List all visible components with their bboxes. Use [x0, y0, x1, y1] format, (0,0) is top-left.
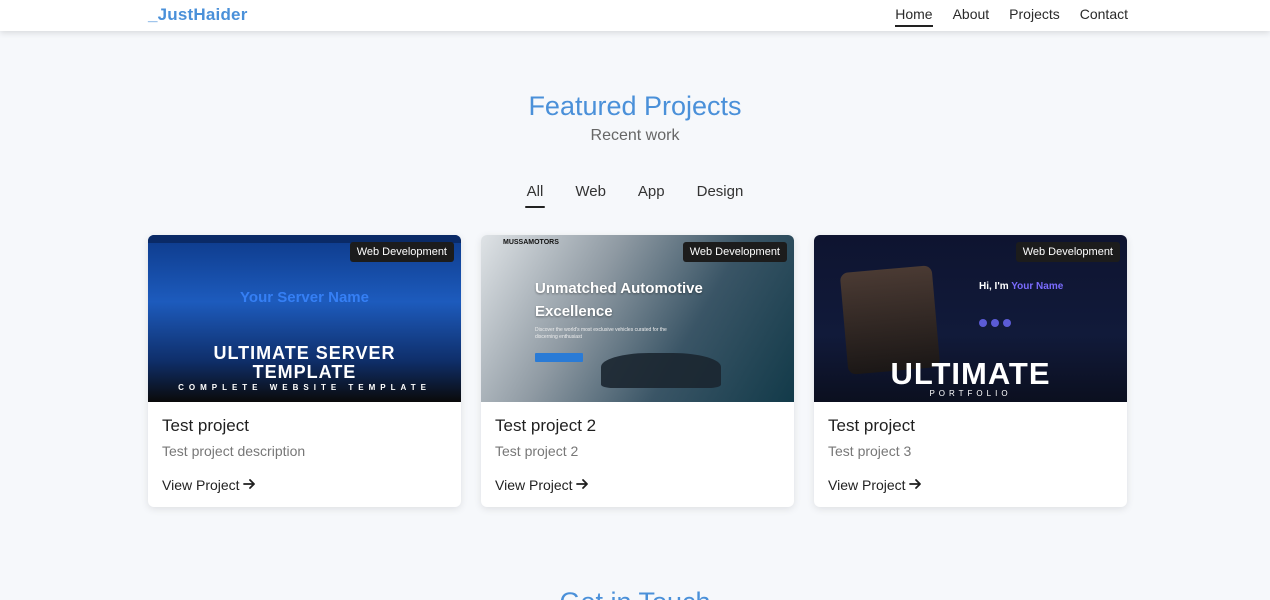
card-title: Test project	[162, 416, 249, 435]
contact-section-title: Get in Touch	[0, 587, 1270, 600]
card-description: Test project 3	[828, 443, 912, 459]
section-title: Featured Projects	[528, 91, 742, 121]
thumbnail-headline: ULTIMATE SERVER	[213, 343, 396, 363]
greeting-text: Hi, I'm	[979, 281, 1009, 292]
card-description: Test project 2	[495, 443, 579, 459]
social-icons	[979, 319, 1011, 327]
section-subtitle: Recent work	[590, 127, 680, 144]
thumbnail-headline-line-2: Excellence	[535, 303, 613, 320]
nav-link-home[interactable]: Home	[895, 6, 933, 27]
thumbnail-tagline: PORTFOLIO	[929, 389, 1012, 398]
filter-tab-all[interactable]: All	[511, 183, 560, 206]
filter-tab-app[interactable]: App	[622, 183, 681, 206]
view-project-link[interactable]: View Project	[828, 477, 922, 493]
thumbnail-greeting: Hi, I'm Your Name	[979, 281, 1063, 292]
thumbnail-tagline: COMPLETE WEBSITE TEMPLATE	[178, 383, 431, 392]
thumbnail-brand: MUSSAMOTORS	[503, 239, 559, 246]
navbar: _JustHaider Home About Projects Contact	[0, 0, 1270, 31]
thumbnail-cta	[535, 353, 583, 362]
thumbnail-headline: ULTIMATE	[890, 356, 1051, 391]
category-badge: Web Development	[682, 242, 787, 262]
nav-links: Home About Projects Contact	[895, 6, 1128, 27]
project-card[interactable]: Your Server Name ULTIMATE SERVER TEMPLAT…	[148, 235, 461, 507]
arrow-right-icon	[575, 477, 589, 493]
project-filters: All Web App Design	[0, 183, 1270, 206]
thumbnail-subtext: Discover the world's most exclusive vehi…	[535, 327, 667, 340]
greeting-name: Your Name	[1011, 281, 1064, 292]
nav-link-projects[interactable]: Projects	[1009, 6, 1060, 27]
view-project-link[interactable]: View Project	[162, 477, 256, 493]
view-project-label: View Project	[162, 477, 240, 493]
arrow-right-icon	[908, 477, 922, 493]
project-thumbnail[interactable]: MUSSAMOTORS Unmatched Automotive Excelle…	[481, 235, 794, 402]
project-card[interactable]: MUSSAMOTORS Unmatched Automotive Excelle…	[481, 235, 794, 507]
arrow-right-icon	[242, 477, 256, 493]
thumbnail-glow-text: Your Server Name	[240, 289, 369, 306]
thumbnail-headline-2: TEMPLATE	[252, 362, 357, 382]
nav-link-contact[interactable]: Contact	[1080, 6, 1128, 27]
car-image	[601, 353, 721, 388]
brand-logo[interactable]: _JustHaider	[148, 5, 248, 25]
view-project-label: View Project	[828, 477, 906, 493]
project-cards: Your Server Name ULTIMATE SERVER TEMPLAT…	[148, 235, 1127, 507]
filter-tab-web[interactable]: Web	[559, 183, 622, 206]
filter-tab-design[interactable]: Design	[681, 183, 760, 206]
card-title: Test project 2	[495, 416, 597, 435]
thumbnail-headline: Unmatched Automotive Excellence	[535, 277, 703, 323]
project-thumbnail[interactable]: Hi, I'm Your Name ULTIMATE PORTFOLIO Web…	[814, 235, 1127, 402]
nav-link-about[interactable]: About	[953, 6, 990, 27]
category-badge: Web Development	[1015, 242, 1120, 262]
view-project-label: View Project	[495, 477, 573, 493]
project-thumbnail[interactable]: Your Server Name ULTIMATE SERVER TEMPLAT…	[148, 235, 461, 402]
card-title: Test project	[828, 416, 915, 435]
thumbnail-headline-line-1: Unmatched Automotive	[535, 280, 703, 297]
category-badge: Web Development	[349, 242, 454, 262]
project-card[interactable]: Hi, I'm Your Name ULTIMATE PORTFOLIO Web…	[814, 235, 1127, 507]
card-description: Test project description	[162, 443, 306, 459]
view-project-link[interactable]: View Project	[495, 477, 589, 493]
